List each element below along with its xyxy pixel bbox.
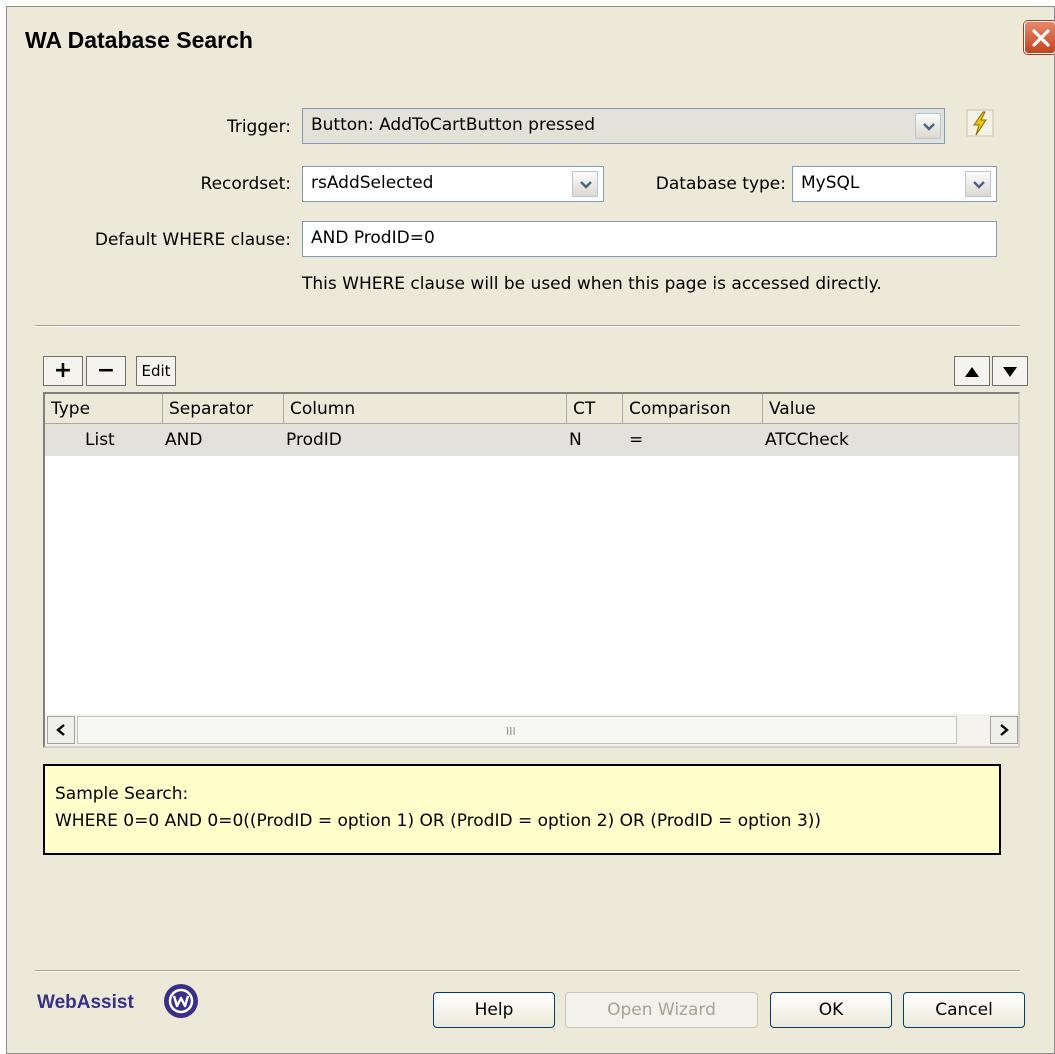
- cell-column: ProdID: [286, 430, 342, 450]
- chevron-right-icon: [1000, 724, 1009, 736]
- move-down-button[interactable]: [992, 356, 1028, 386]
- column-header-comparison[interactable]: Comparison: [623, 394, 763, 424]
- cancel-button[interactable]: Cancel: [903, 992, 1025, 1028]
- sample-search-text: WHERE 0=0 AND 0=0((ProdID = option 1) OR…: [55, 811, 822, 831]
- column-header-separator[interactable]: Separator: [163, 394, 284, 424]
- triangle-down-icon: [1003, 367, 1017, 377]
- cell-value: ATCCheck: [765, 430, 849, 450]
- database-type-label: Database type:: [655, 174, 786, 194]
- add-row-button[interactable]: +: [43, 356, 83, 386]
- cell-type: List: [85, 430, 115, 450]
- sample-search-box: Sample Search: WHERE 0=0 AND 0=0((ProdID…: [43, 764, 1001, 855]
- scrollbar-grip: III: [506, 725, 516, 738]
- trigger-select[interactable]: Button: AddToCartButton pressed: [302, 108, 945, 144]
- divider-top: [35, 325, 1020, 327]
- recordset-dropdown-button[interactable]: [572, 171, 598, 197]
- column-header-column[interactable]: Column: [284, 394, 567, 424]
- close-icon: [1032, 29, 1050, 47]
- chevron-left-icon: [56, 724, 65, 736]
- horizontal-scrollbar[interactable]: III: [45, 714, 1018, 746]
- chevron-down-icon: [923, 123, 935, 131]
- recordset-label: Recordset:: [200, 174, 291, 194]
- open-wizard-button[interactable]: Open Wizard: [565, 992, 758, 1028]
- scrollbar-thumb[interactable]: III: [77, 716, 957, 744]
- recordset-select[interactable]: rsAddSelected: [302, 166, 604, 202]
- chevron-down-icon: [580, 181, 592, 189]
- search-criteria-grid[interactable]: Type Separator Column CT Comparison Valu…: [43, 392, 1020, 748]
- lightning-icon: [966, 109, 994, 137]
- remove-row-button[interactable]: −: [86, 356, 126, 386]
- scroll-right-button[interactable]: [990, 716, 1018, 744]
- sample-search-label: Sample Search:: [55, 784, 189, 804]
- triangle-up-icon: [965, 367, 979, 377]
- cell-separator: AND: [165, 430, 203, 450]
- database-type-value: MySQL: [801, 173, 860, 193]
- help-button[interactable]: Help: [433, 992, 555, 1028]
- database-type-dropdown-button[interactable]: [965, 171, 991, 197]
- trigger-value: Button: AddToCartButton pressed: [311, 115, 596, 135]
- where-clause-input[interactable]: AND ProdID=0: [302, 221, 997, 257]
- column-header-ct[interactable]: CT: [567, 394, 623, 424]
- trigger-dropdown-button[interactable]: [915, 113, 941, 139]
- close-button[interactable]: [1024, 21, 1055, 54]
- logo-text: WebAssist: [37, 992, 134, 1013]
- title-bar[interactable]: WA Database Search: [7, 7, 1055, 63]
- table-row[interactable]: List AND ProdID N = ATCCheck: [45, 424, 1018, 456]
- where-clause-label: Default WHERE clause:: [94, 230, 291, 250]
- divider-bottom: [35, 970, 1020, 972]
- chevron-down-icon: [973, 181, 985, 189]
- column-header-type[interactable]: Type: [45, 394, 163, 424]
- move-up-button[interactable]: [954, 356, 990, 386]
- column-header-value[interactable]: Value: [763, 394, 1018, 424]
- webassist-logo-icon: [164, 984, 198, 1018]
- ok-button[interactable]: OK: [770, 992, 892, 1028]
- where-clause-note: This WHERE clause will be used when this…: [302, 274, 882, 294]
- cell-comparison: =: [629, 430, 644, 450]
- scroll-left-button[interactable]: [47, 716, 75, 744]
- lightning-button[interactable]: [965, 108, 995, 138]
- window-title: WA Database Search: [25, 27, 253, 53]
- cell-ct: N: [569, 430, 582, 450]
- webassist-logo: WebAssist: [37, 983, 217, 1023]
- recordset-value: rsAddSelected: [311, 173, 434, 193]
- trigger-label: Trigger:: [226, 117, 291, 137]
- edit-row-button[interactable]: Edit: [136, 356, 176, 386]
